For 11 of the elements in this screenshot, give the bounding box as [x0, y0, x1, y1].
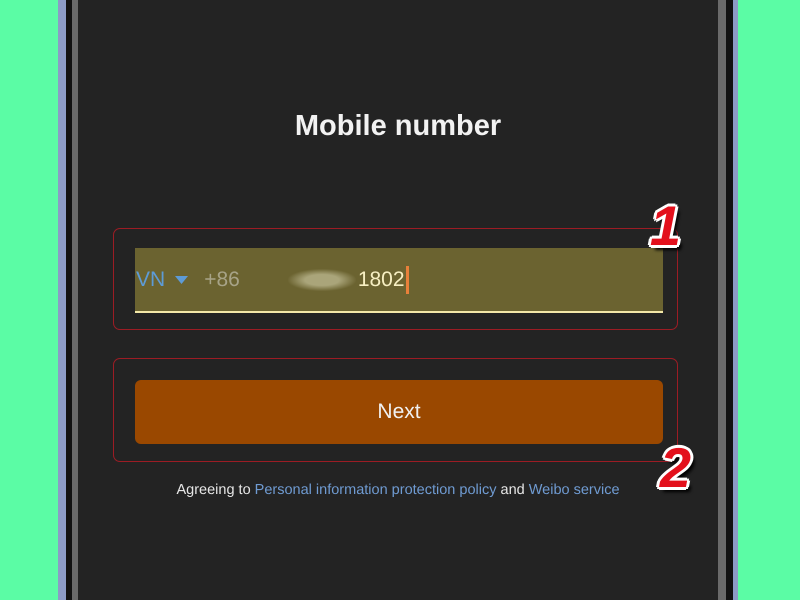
phone-number-value: 1802	[358, 266, 405, 292]
phone-input-field[interactable]: VN +86 1802	[135, 248, 663, 313]
step-number: 2	[660, 443, 691, 493]
screen-title: Mobile number	[294, 109, 502, 144]
next-button[interactable]: Next	[135, 380, 663, 444]
caret-icon	[175, 276, 188, 284]
agreement-link[interactable]: Weibo service	[528, 482, 620, 498]
agreement-text: Agreeing to Personal information protection policy and Weibo service	[176, 481, 620, 500]
agreement-link[interactable]: Personal information protection policy	[254, 482, 496, 498]
dial-code: +86	[204, 266, 240, 292]
text-cursor	[406, 266, 409, 294]
